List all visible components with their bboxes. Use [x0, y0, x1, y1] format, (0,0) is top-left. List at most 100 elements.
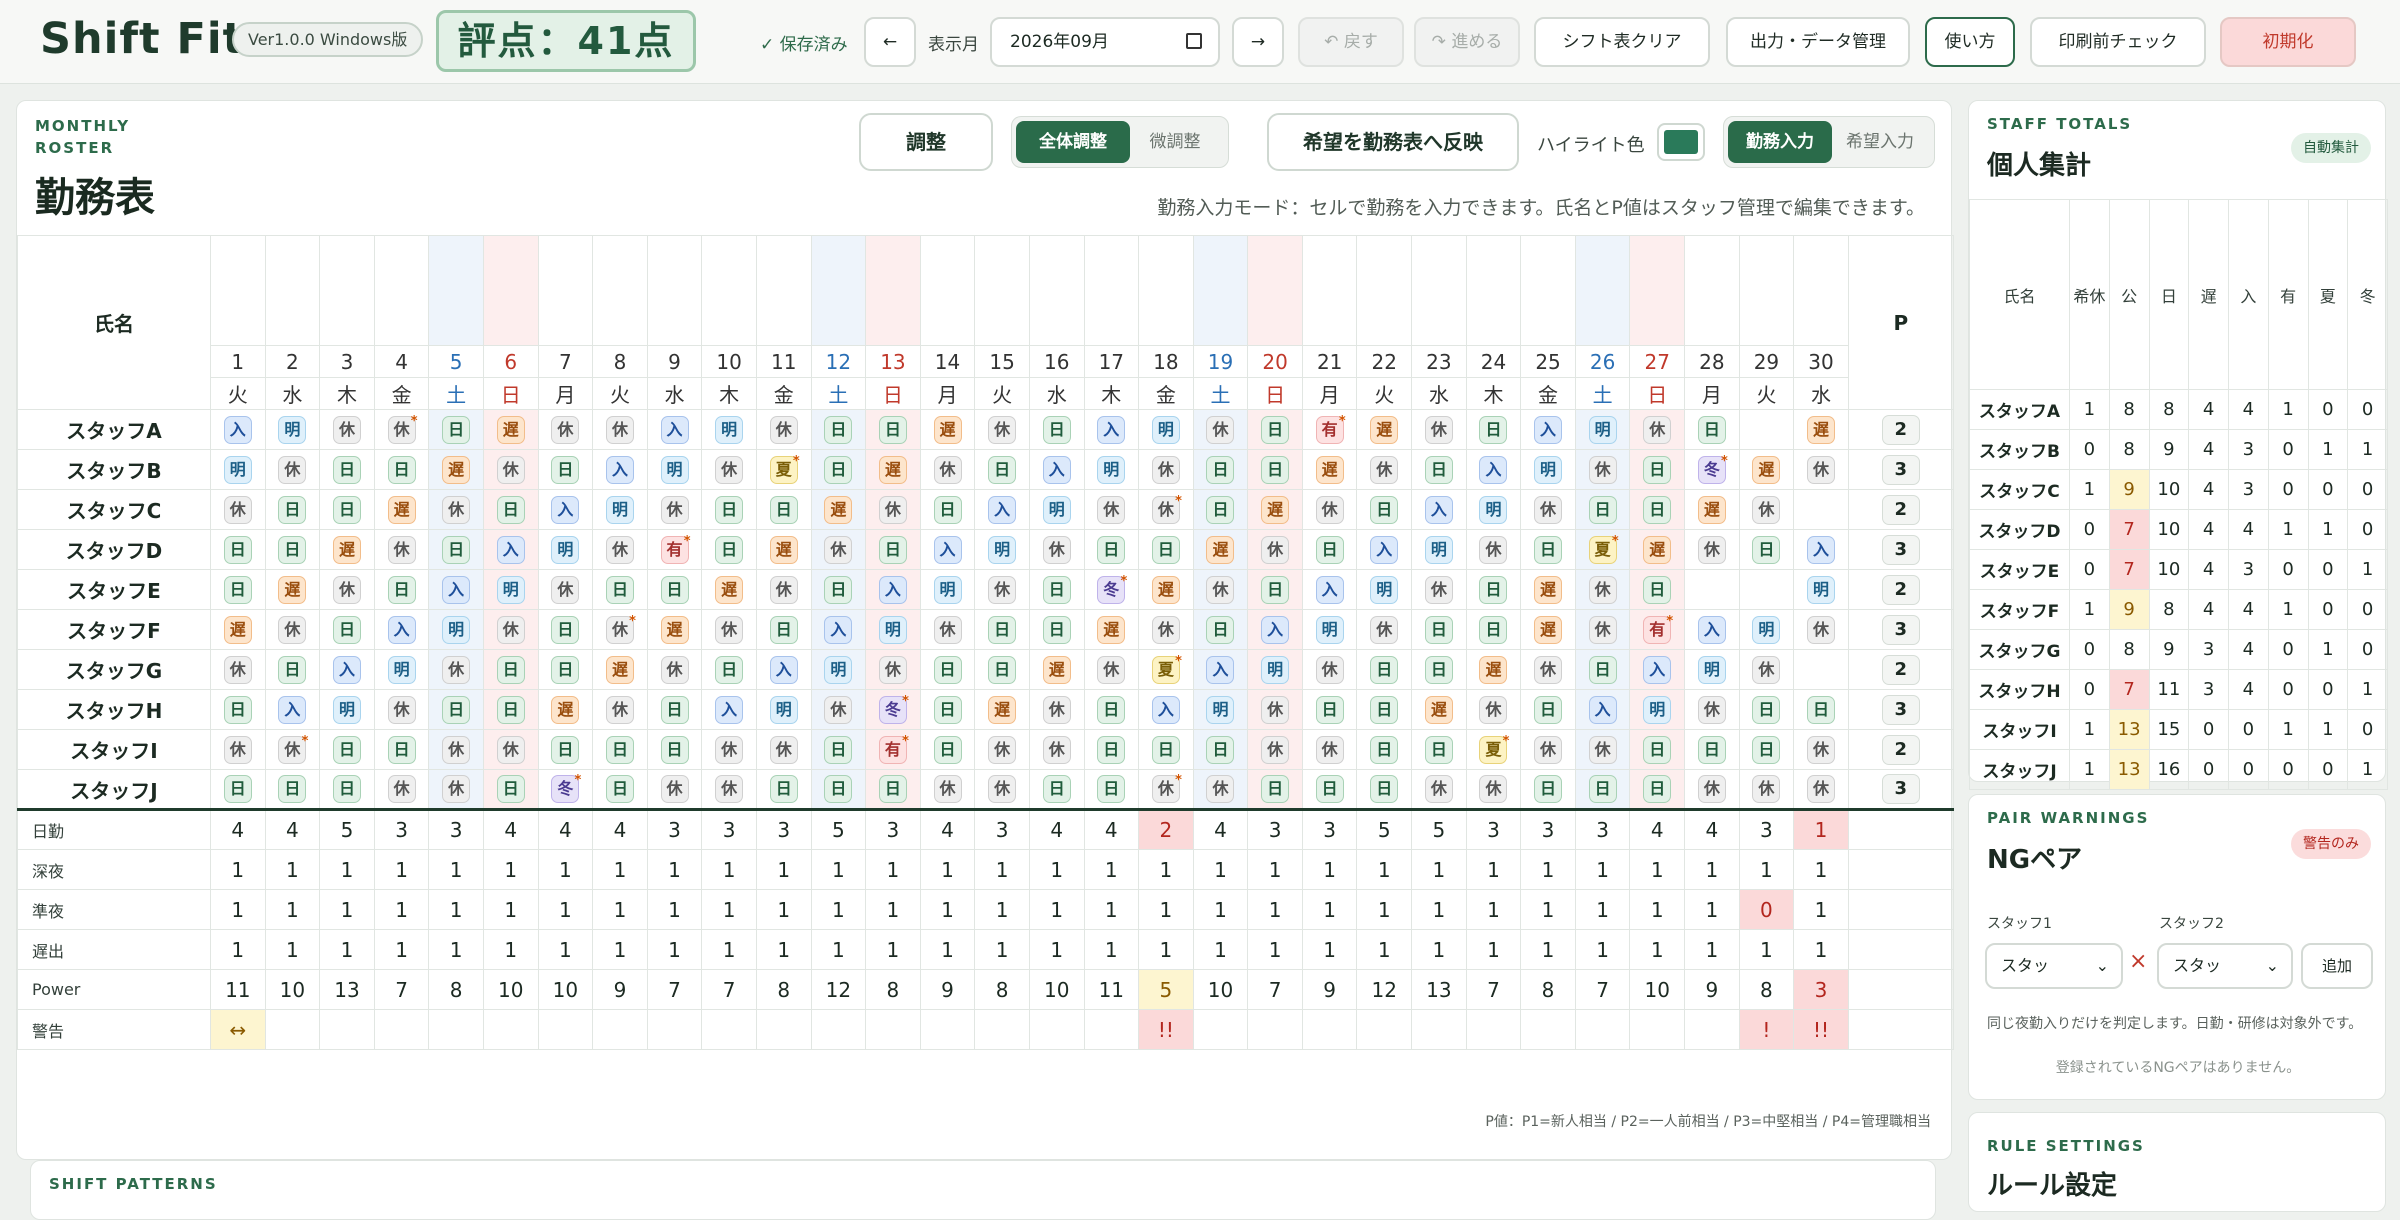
shift-cell[interactable]: 明: [646, 449, 703, 490]
shift-cell[interactable]: 休: [1574, 449, 1631, 490]
shift-cell[interactable]: 休: [1520, 649, 1576, 690]
shift-cell[interactable]: 休 *: [592, 609, 648, 650]
shift-cell[interactable]: 日: [974, 449, 1030, 490]
shift-cell[interactable]: 休: [919, 449, 976, 490]
shift-cell[interactable]: 日: [701, 649, 757, 690]
shift-cell[interactable]: 明: [755, 689, 812, 730]
shift-cell[interactable]: 明: [1520, 449, 1576, 490]
shift-cell[interactable]: 入: [592, 449, 648, 490]
shift-cell[interactable]: 休: [865, 649, 921, 690]
shift-cell[interactable]: 入: [1247, 609, 1303, 650]
shift-cell[interactable]: 休: [1192, 409, 1249, 450]
shift-cell[interactable]: 入: [646, 409, 703, 450]
shift-cell[interactable]: [1738, 409, 1795, 450]
shift-cell[interactable]: 日: [1028, 769, 1085, 810]
shift-cell[interactable]: 休: [210, 649, 266, 690]
shift-cell[interactable]: 日: [1356, 489, 1413, 530]
shift-cell[interactable]: 遅: [592, 649, 648, 690]
shift-cell[interactable]: 遅: [373, 489, 430, 530]
shift-cell[interactable]: 明: [482, 569, 539, 610]
prev-month-button[interactable]: ←: [864, 17, 916, 67]
shift-cell[interactable]: 休: [1738, 489, 1795, 530]
shift-cell[interactable]: 休: [319, 409, 375, 450]
shift-cell[interactable]: 明: [1684, 649, 1740, 690]
shift-cell[interactable]: 休: [1138, 609, 1194, 650]
shift-cell[interactable]: 日: [1192, 489, 1249, 530]
shift-cell[interactable]: 休: [1083, 649, 1140, 690]
shift-cell[interactable]: 日: [1247, 769, 1303, 810]
shift-cell[interactable]: 入: [537, 489, 594, 530]
clear-roster-button[interactable]: シフト表クリア: [1534, 17, 1710, 67]
shift-cell[interactable]: 遅: [537, 689, 594, 730]
shift-cell[interactable]: 明: [1192, 689, 1249, 730]
shift-cell[interactable]: 休: [919, 609, 976, 650]
shift-cell[interactable]: 日: [919, 649, 976, 690]
shift-cell[interactable]: 日: [428, 529, 484, 570]
shift-cell[interactable]: 明: [1738, 609, 1795, 650]
shift-cell[interactable]: 日: [1574, 769, 1631, 810]
shift-cell[interactable]: 休: [482, 609, 539, 650]
shift-cell[interactable]: 有 *: [865, 729, 921, 770]
shift-cell[interactable]: 日: [482, 689, 539, 730]
staff-name[interactable]: スタッフG: [17, 649, 211, 690]
shift-cell[interactable]: 日: [210, 769, 266, 810]
shift-cell[interactable]: 日: [810, 769, 867, 810]
wish-input-button[interactable]: 希望入力: [1832, 121, 1928, 163]
shift-cell[interactable]: 休: [210, 729, 266, 770]
shift-cell[interactable]: 休: [810, 689, 867, 730]
shift-cell[interactable]: 日: [919, 729, 976, 770]
shift-cell[interactable]: 遅: [319, 529, 375, 570]
shift-cell[interactable]: 休: [1738, 649, 1795, 690]
shift-cell[interactable]: 日: [1629, 729, 1686, 770]
shift-cell[interactable]: 遅: [919, 409, 976, 450]
shift-cell[interactable]: 日: [810, 729, 867, 770]
shift-cell[interactable]: 入: [1411, 489, 1467, 530]
shift-cell[interactable]: 日: [1465, 409, 1522, 450]
shift-cell[interactable]: 休: [1192, 769, 1249, 810]
shift-cell[interactable]: 休: [1411, 569, 1467, 610]
shift-cell[interactable]: 日: [1247, 449, 1303, 490]
shift-cell[interactable]: 遅: [1738, 449, 1795, 490]
shift-cell[interactable]: 日: [1247, 569, 1303, 610]
shift-cell[interactable]: 明: [210, 449, 266, 490]
shift-cell[interactable]: 休: [1793, 449, 1849, 490]
shift-cell[interactable]: 日: [319, 609, 375, 650]
shift-cell[interactable]: 遅: [1793, 409, 1849, 450]
shift-cell[interactable]: 休: [865, 489, 921, 530]
shift-cell[interactable]: 休: [428, 489, 484, 530]
shift-cell[interactable]: 休: [974, 769, 1030, 810]
shift-cell[interactable]: 入: [1684, 609, 1740, 650]
shift-cell[interactable]: 明: [810, 649, 867, 690]
shift-cell[interactable]: 明: [1356, 569, 1413, 610]
shift-cell[interactable]: 遅: [1192, 529, 1249, 570]
shift-cell[interactable]: 入: [755, 649, 812, 690]
adjust-button[interactable]: 調整: [859, 113, 993, 171]
shift-cell[interactable]: 休: [701, 609, 757, 650]
shift-cell[interactable]: 有 *: [1301, 409, 1358, 450]
shift-cell[interactable]: 遅: [1520, 609, 1576, 650]
shift-cell[interactable]: 日: [592, 729, 648, 770]
shift-cell[interactable]: 遅: [755, 529, 812, 570]
shift-cell[interactable]: 休: [428, 769, 484, 810]
shift-cell[interactable]: 日: [1192, 449, 1249, 490]
shift-cell[interactable]: 日: [373, 569, 430, 610]
shift-cell[interactable]: 休: [974, 409, 1030, 450]
shift-cell[interactable]: 入: [373, 609, 430, 650]
shift-cell[interactable]: 日: [537, 649, 594, 690]
shift-cell[interactable]: 休: [919, 769, 976, 810]
shift-cell[interactable]: 休 *: [373, 409, 430, 450]
shift-cell[interactable]: 夏 *: [755, 449, 812, 490]
work-input-button[interactable]: 勤務入力: [1728, 121, 1832, 163]
shift-cell[interactable]: 日: [755, 609, 812, 650]
shift-cell[interactable]: 休: [1465, 769, 1522, 810]
shift-cell[interactable]: 日: [1356, 649, 1413, 690]
staff2-select[interactable]: スタッ ⌄: [2157, 943, 2293, 989]
shift-cell[interactable]: 休: [373, 689, 430, 730]
shift-cell[interactable]: 日: [537, 609, 594, 650]
shift-cell[interactable]: 日: [1083, 769, 1140, 810]
undo-button[interactable]: ↶ 戻す: [1298, 17, 1404, 67]
shift-cell[interactable]: 休: [373, 769, 430, 810]
shift-cell[interactable]: 休: [755, 569, 812, 610]
shift-cell[interactable]: 冬 *: [1684, 449, 1740, 490]
shift-cell[interactable]: 日: [1356, 689, 1413, 730]
